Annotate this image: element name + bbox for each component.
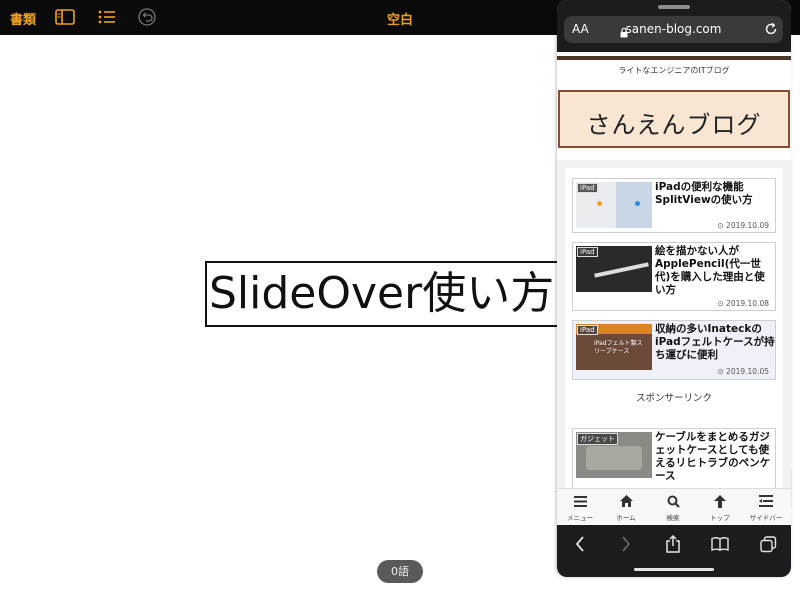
forward-icon[interactable] (615, 534, 637, 554)
article-title[interactable]: ケーブルをまとめるガジェットケースとしても使えるリヒトラブのペンケース (655, 431, 775, 483)
article-title[interactable]: iPadの便利な機能SplitViewの使い方 (655, 181, 775, 207)
article-thumbnail: iPad iPadフェルト製スリーブケース (576, 324, 652, 370)
screen: 書類 空白 SlideOver使い方 0語 AA sanen-blog.com (0, 0, 800, 589)
article-category: iPad (577, 247, 598, 257)
share-icon[interactable] (662, 534, 684, 554)
nav-menu[interactable]: メニュー (557, 493, 603, 522)
article-thumbnail: iPad (576, 246, 652, 292)
reload-icon[interactable] (764, 21, 778, 40)
blog-logo[interactable]: さんえんブログ (558, 90, 790, 148)
article-category: iPad (577, 183, 598, 193)
article-card[interactable]: iPad iPadの便利な機能SplitViewの使い方 ⊙ 2019.10.0… (572, 178, 776, 233)
article-title[interactable]: 絵を描かない人がApplePencil(代一世代)を購入した理由と使い方 (655, 245, 775, 297)
search-icon (650, 493, 696, 509)
site-tagline: ライトなエンジニアのITブログ (618, 66, 730, 75)
tabs-icon[interactable] (757, 534, 779, 554)
nav-sidebar[interactable]: サイドバー (743, 493, 789, 522)
slide-over-panel: AA sanen-blog.com ライトなエンジニアのITブログ さんえんブロ… (557, 0, 791, 577)
article-date: ⊙ 2019.10.05 (717, 367, 769, 376)
nav-top[interactable]: トップ (697, 493, 743, 522)
site-bottom-nav: メニュー ホーム 検索 トップ サイドバー (557, 488, 791, 525)
slide-over-grabber[interactable] (658, 5, 690, 9)
article-date: ⊙ 2019.10.09 (717, 221, 769, 230)
article-title[interactable]: 収納の多いInateckのiPadフェルトケースが持ち運びに便利 (655, 323, 775, 362)
article-card[interactable]: ガジェット ケーブルをまとめるガジェットケースとしても使えるリヒトラブのペンケー… (572, 428, 776, 488)
browser-top-bar: AA sanen-blog.com (557, 0, 791, 52)
thumbnail-caption: iPadフェルト製スリーブケース (594, 340, 643, 355)
sidebar-icon (743, 493, 789, 509)
article-card[interactable]: iPad 絵を描かない人がApplePencil(代一世代)を購入した理由と使い… (572, 242, 776, 311)
bookmarks-icon[interactable] (709, 534, 731, 554)
article-date: ⊙ 2019.10.08 (717, 299, 769, 308)
address-bar[interactable]: AA sanen-blog.com (564, 16, 783, 43)
web-content[interactable]: ライトなエンジニアのITブログ さんえんブログ iPad iPadの便利な機能S… (557, 52, 791, 488)
article-category: ガジェット (577, 433, 618, 445)
blog-title: さんえんブログ (586, 111, 762, 139)
nav-home[interactable]: ホーム (603, 493, 649, 522)
article-thumbnail: ガジェット (576, 432, 652, 478)
menu-icon (557, 493, 603, 509)
heading-text[interactable]: SlideOver使い方 (205, 261, 595, 327)
url-text: sanen-blog.com (625, 22, 722, 36)
article-card[interactable]: iPad iPadフェルト製スリーブケース 収納の多いInateckのiPadフ… (572, 320, 776, 380)
arrow-up-icon (697, 493, 743, 509)
back-icon[interactable] (569, 534, 591, 554)
word-count-badge[interactable]: 0語 (377, 560, 423, 583)
article-category: iPad (577, 325, 598, 335)
home-indicator[interactable] (634, 568, 714, 571)
header-rule (557, 56, 791, 60)
home-icon (603, 493, 649, 509)
browser-toolbar (557, 525, 791, 577)
sponsor-label: スポンサーリンク (635, 393, 712, 404)
nav-search[interactable]: 検索 (650, 493, 696, 522)
article-thumbnail: iPad (576, 182, 652, 228)
